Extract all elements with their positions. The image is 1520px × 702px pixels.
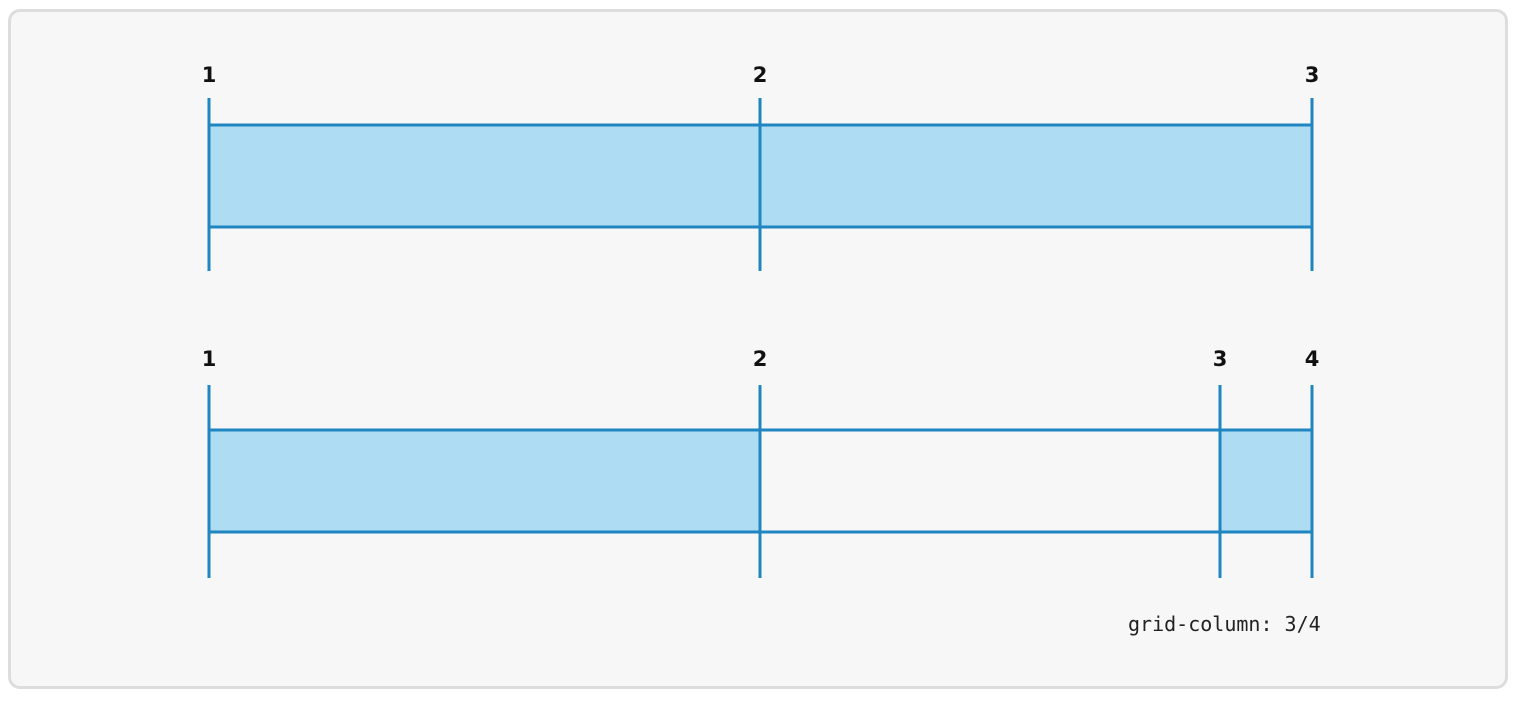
grid-cell-1 [209,430,760,532]
grid-three-columns: 1 2 3 4 [202,347,1320,578]
grid-two-columns: 1 2 3 [202,63,1320,271]
grid-line-number: 2 [753,63,768,87]
grid-lines-diagram: 1 2 3 1 2 3 4 [202,63,1320,578]
grid-line-number: 3 [1213,347,1228,371]
grid-line-number: 3 [1305,63,1320,87]
code-label: grid-column: 3/4 [1128,612,1321,636]
grid-line-number: 1 [202,347,217,371]
grid-line-number: 4 [1305,347,1320,371]
grid-line-number: 1 [202,63,217,87]
grid-line-number: 2 [753,347,768,371]
grid-cell-3 [1220,430,1312,532]
grid-cell-1 [209,125,760,227]
grid-cell-2 [760,125,1312,227]
